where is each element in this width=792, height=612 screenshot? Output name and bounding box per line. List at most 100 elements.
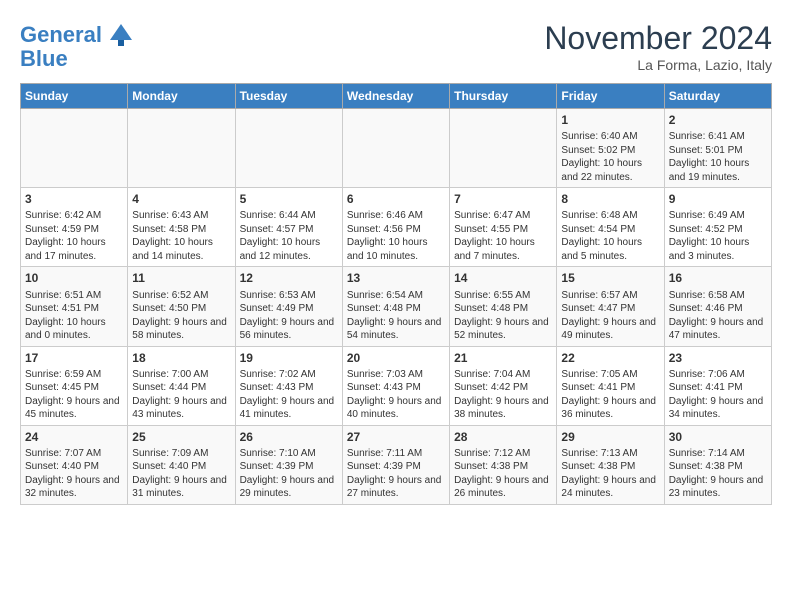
calendar-cell-w0-d3 [342,109,449,188]
calendar-cell-w1-d6: 9Sunrise: 6:49 AM Sunset: 4:52 PM Daylig… [664,188,771,267]
day-info: Sunrise: 6:40 AM Sunset: 5:02 PM Dayligh… [561,130,659,184]
calendar-cell-w3-d5: 22 Sunrise: 7:05 AM Sunset: 4:41 PM Dayli… [557,346,664,425]
col-header-thursday: Thursday [450,84,557,109]
day-number: 10 [25,270,123,286]
day-info: Sunrise: 6:51 AM Sunset: 4:51 PM Dayligh… [25,289,123,343]
day-info: Sunrise: 7:00 AM Sunset: 4:44 PM Dayligh… [132,368,230,422]
day-info: Sunrise: 6:46 AM Sunset: 4:56 PM Dayligh… [347,209,445,263]
day-info: Sunrise: 6:59 AM Sunset: 4:45 PM Dayligh… [25,368,123,422]
day-number: 4 [132,191,230,207]
day-number: 12 [240,270,338,286]
header: General Blue November 2024 La Forma, Laz… [20,20,772,73]
calendar-cell-w2-d0: 10 Sunrise: 6:51 AM Sunset: 4:51 PM Dayli… [21,267,128,346]
calendar-cell-w3-d0: 17 Sunrise: 6:59 AM Sunset: 4:45 PM Dayli… [21,346,128,425]
logo-text: General [20,24,102,46]
day-number: 28 [454,429,552,445]
day-number: 25 [132,429,230,445]
calendar-cell-w3-d3: 20 Sunrise: 7:03 AM Sunset: 4:43 PM Dayli… [342,346,449,425]
day-number: 23 [669,350,767,366]
calendar-cell-w0-d0 [21,109,128,188]
calendar-cell-w1-d3: 6 Sunrise: 6:46 AM Sunset: 4:56 PM Daylig… [342,188,449,267]
day-info: Sunrise: 6:52 AM Sunset: 4:50 PM Dayligh… [132,289,230,343]
calendar-cell-w3-d6: 23 Sunrise: 7:06 AM Sunset: 4:41 PM Dayli… [664,346,771,425]
day-number: 5 [240,191,338,207]
calendar-cell-w2-d3: 13Sunrise: 6:54 AM Sunset: 4:48 PM Dayli… [342,267,449,346]
day-number: 15 [561,270,659,286]
calendar-cell-w1-d4: 7Sunrise: 6:47 AM Sunset: 4:55 PM Daylig… [450,188,557,267]
day-number: 19 [240,350,338,366]
calendar-cell-w4-d1: 25 Sunrise: 7:09 AM Sunset: 4:40 PM Dayli… [128,425,235,504]
calendar-cell-w3-d2: 19Sunrise: 7:02 AM Sunset: 4:43 PM Dayli… [235,346,342,425]
calendar-cell-w0-d5: 1 Sunrise: 6:40 AM Sunset: 5:02 PM Daylig… [557,109,664,188]
day-info: Sunrise: 6:41 AM Sunset: 5:01 PM Dayligh… [669,130,767,184]
calendar-cell-w1-d0: 3 Sunrise: 6:42 AM Sunset: 4:59 PM Daylig… [21,188,128,267]
calendar-cell-w0-d1 [128,109,235,188]
day-number: 2 [669,112,767,128]
col-header-sunday: Sunday [21,84,128,109]
day-info: Sunrise: 6:58 AM Sunset: 4:46 PM Dayligh… [669,289,767,343]
day-number: 29 [561,429,659,445]
col-header-saturday: Saturday [664,84,771,109]
title-area: November 2024 La Forma, Lazio, Italy [544,20,772,73]
calendar-cell-w1-d5: 8 Sunrise: 6:48 AM Sunset: 4:54 PM Daylig… [557,188,664,267]
calendar-cell-w2-d6: 16Sunrise: 6:58 AM Sunset: 4:46 PM Dayli… [664,267,771,346]
calendar-cell-w4-d5: 29 Sunrise: 7:13 AM Sunset: 4:38 PM Dayli… [557,425,664,504]
day-info: Sunrise: 6:49 AM Sunset: 4:52 PM Dayligh… [669,209,767,263]
calendar-cell-w2-d2: 12 Sunrise: 6:53 AM Sunset: 4:49 PM Dayli… [235,267,342,346]
calendar-cell-w4-d0: 24Sunrise: 7:07 AM Sunset: 4:40 PM Dayli… [21,425,128,504]
calendar-cell-w2-d1: 11 Sunrise: 6:52 AM Sunset: 4:50 PM Dayli… [128,267,235,346]
day-info: Sunrise: 7:13 AM Sunset: 4:38 PM Dayligh… [561,447,659,501]
calendar-title: November 2024 [544,20,772,57]
day-number: 30 [669,429,767,445]
calendar-cell-w2-d4: 14 Sunrise: 6:55 AM Sunset: 4:48 PM Dayli… [450,267,557,346]
day-number: 3 [25,191,123,207]
day-info: Sunrise: 7:10 AM Sunset: 4:39 PM Dayligh… [240,447,338,501]
calendar-table: SundayMondayTuesdayWednesdayThursdayFrid… [20,83,772,505]
day-number: 20 [347,350,445,366]
calendar-subtitle: La Forma, Lazio, Italy [544,57,772,73]
day-info: Sunrise: 6:43 AM Sunset: 4:58 PM Dayligh… [132,209,230,263]
day-info: Sunrise: 6:55 AM Sunset: 4:48 PM Dayligh… [454,289,552,343]
day-number: 6 [347,191,445,207]
day-number: 18 [132,350,230,366]
day-info: Sunrise: 7:11 AM Sunset: 4:39 PM Dayligh… [347,447,445,501]
day-number: 22 [561,350,659,366]
calendar-cell-w0-d4 [450,109,557,188]
day-info: Sunrise: 6:48 AM Sunset: 4:54 PM Dayligh… [561,209,659,263]
day-info: Sunrise: 6:42 AM Sunset: 4:59 PM Dayligh… [25,209,123,263]
day-number: 27 [347,429,445,445]
day-number: 7 [454,191,552,207]
day-number: 14 [454,270,552,286]
day-number: 13 [347,270,445,286]
day-info: Sunrise: 7:06 AM Sunset: 4:41 PM Dayligh… [669,368,767,422]
day-info: Sunrise: 6:57 AM Sunset: 4:47 PM Dayligh… [561,289,659,343]
day-number: 1 [561,112,659,128]
day-info: Sunrise: 7:07 AM Sunset: 4:40 PM Dayligh… [25,447,123,501]
calendar-cell-w4-d4: 28Sunrise: 7:12 AM Sunset: 4:38 PM Dayli… [450,425,557,504]
logo-icon [106,20,136,50]
col-header-monday: Monday [128,84,235,109]
day-info: Sunrise: 7:04 AM Sunset: 4:42 PM Dayligh… [454,368,552,422]
day-info: Sunrise: 7:03 AM Sunset: 4:43 PM Dayligh… [347,368,445,422]
day-info: Sunrise: 6:53 AM Sunset: 4:49 PM Dayligh… [240,289,338,343]
col-header-tuesday: Tuesday [235,84,342,109]
day-number: 17 [25,350,123,366]
calendar-cell-w3-d1: 18 Sunrise: 7:00 AM Sunset: 4:44 PM Dayli… [128,346,235,425]
day-number: 21 [454,350,552,366]
calendar-cell-w0-d2 [235,109,342,188]
day-number: 26 [240,429,338,445]
logo: General Blue [20,20,136,72]
day-number: 8 [561,191,659,207]
day-number: 11 [132,270,230,286]
calendar-cell-w4-d6: 30Sunrise: 7:14 AM Sunset: 4:38 PM Dayli… [664,425,771,504]
calendar-cell-w0-d6: 2 Sunrise: 6:41 AM Sunset: 5:01 PM Daylig… [664,109,771,188]
calendar-cell-w3-d4: 21 Sunrise: 7:04 AM Sunset: 4:42 PM Dayli… [450,346,557,425]
calendar-cell-w1-d1: 4 Sunrise: 6:43 AM Sunset: 4:58 PM Daylig… [128,188,235,267]
day-info: Sunrise: 6:44 AM Sunset: 4:57 PM Dayligh… [240,209,338,263]
calendar-cell-w2-d5: 15 Sunrise: 6:57 AM Sunset: 4:47 PM Dayli… [557,267,664,346]
col-header-wednesday: Wednesday [342,84,449,109]
day-info: Sunrise: 7:05 AM Sunset: 4:41 PM Dayligh… [561,368,659,422]
calendar-cell-w4-d3: 27 Sunrise: 7:11 AM Sunset: 4:39 PM Dayli… [342,425,449,504]
calendar-cell-w1-d2: 5 Sunrise: 6:44 AM Sunset: 4:57 PM Daylig… [235,188,342,267]
day-info: Sunrise: 7:09 AM Sunset: 4:40 PM Dayligh… [132,447,230,501]
